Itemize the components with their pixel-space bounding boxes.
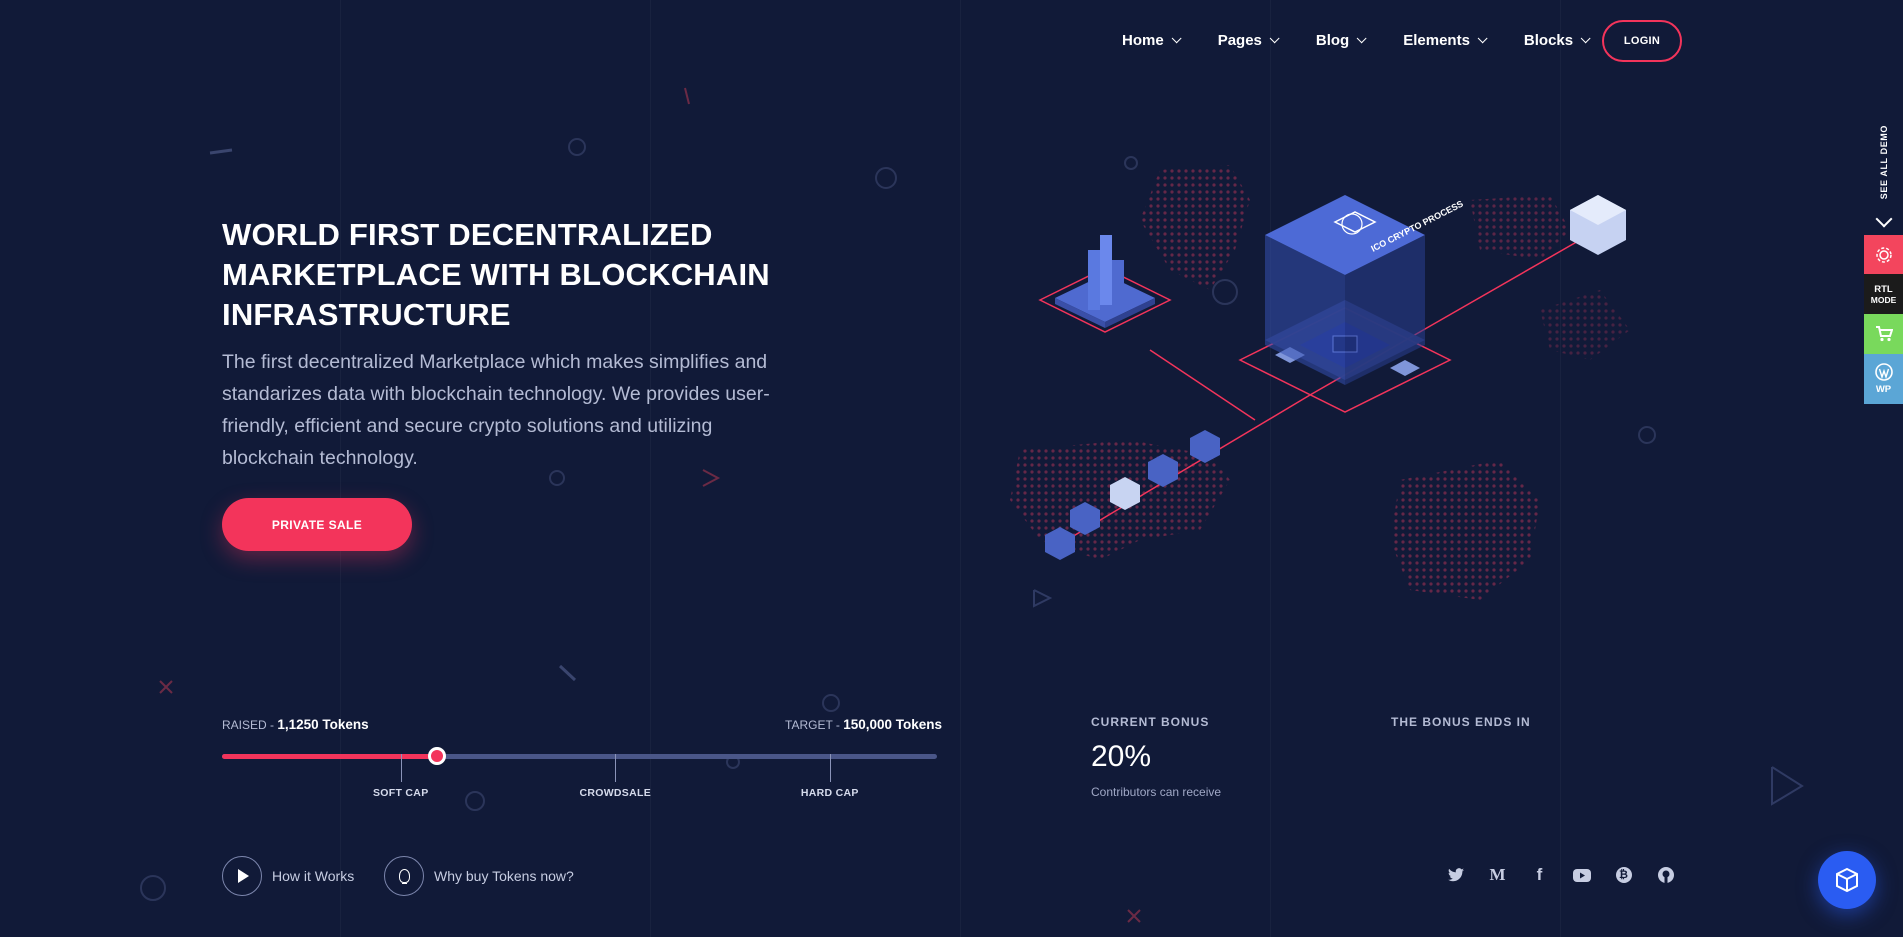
- progress-tick-label: CROWDSALE: [579, 787, 652, 799]
- map-region: [1140, 165, 1250, 290]
- blockchain-illustration: ICO CRYPTO PROCESS: [980, 140, 1650, 640]
- nav-item-label: Blocks: [1523, 31, 1574, 49]
- facebook-icon[interactable]: f: [1528, 865, 1551, 884]
- rtl-label: RTL: [1874, 283, 1893, 295]
- map-region: [1540, 290, 1630, 360]
- nav-item-label: Home: [1122, 31, 1164, 49]
- bitcoin-glyph: ₿: [1615, 867, 1632, 883]
- chevron-down-icon: [1875, 210, 1892, 228]
- nav-menu: Home Pages Blog Elements Blocks: [1122, 28, 1627, 52]
- private-sale-button[interactable]: PRIVATE SALE: [222, 498, 412, 551]
- current-bonus-subtext: Contributors can receive: [1091, 785, 1222, 799]
- map-region: [1470, 195, 1570, 260]
- wordpress-icon: [1874, 363, 1893, 381]
- medium-icon[interactable]: M: [1486, 865, 1509, 884]
- why-buy-link[interactable]: Why buy Tokens now?: [434, 868, 574, 884]
- nav-item-label: Blog: [1315, 31, 1350, 49]
- cube-icon[interactable]: [1818, 851, 1876, 909]
- nav-item-pages[interactable]: Pages: [1217, 28, 1280, 52]
- hero-title: WORLD FIRST DECENTRALIZED MARKETPLACE WI…: [222, 217, 770, 332]
- nav-item-elements[interactable]: Elements: [1403, 28, 1488, 52]
- top-nav: Home Pages Blog Elements Blocks LOGIN: [0, 0, 1903, 80]
- how-it-works-link[interactable]: How it Works: [272, 868, 354, 884]
- hero-description: The first decentralized Marketplace whic…: [222, 351, 770, 469]
- target-value: 150,000 Tokens: [843, 717, 943, 732]
- bonus-ends-label: THE BONUS ENDS IN: [1391, 715, 1531, 729]
- chevron-down-icon: [1269, 32, 1280, 43]
- map-region: [1390, 460, 1540, 600]
- nav-item-label: Pages: [1217, 31, 1262, 49]
- chevron-down-icon: [1171, 32, 1182, 43]
- rtl-mode-tab[interactable]: RTL MODE: [1864, 274, 1903, 314]
- progress-tick: [829, 754, 831, 782]
- nav-item-label: Elements: [1403, 31, 1470, 49]
- settings-tab[interactable]: [1864, 235, 1903, 274]
- login-button[interactable]: LOGIN: [1602, 20, 1682, 62]
- progress-tick-label: SOFT CAP: [373, 787, 429, 799]
- see-all-demo-label: SEE ALL DEMO: [1878, 125, 1889, 200]
- progress-tick-label: HARD CAP: [800, 787, 859, 799]
- progress-knob: [427, 747, 446, 765]
- github-icon[interactable]: [1654, 866, 1677, 884]
- gear-icon: [1875, 246, 1892, 263]
- bitcoin-icon[interactable]: ₿: [1612, 866, 1635, 884]
- progress-tick: [615, 754, 617, 782]
- play-icon[interactable]: [222, 856, 262, 896]
- youtube-icon[interactable]: [1570, 866, 1593, 884]
- nav-item-blocks[interactable]: Blocks: [1523, 28, 1591, 52]
- raised-value: 1,1250 Tokens: [277, 717, 369, 732]
- mode-label: MODE: [1870, 294, 1897, 305]
- social-links: M f ₿: [1444, 865, 1677, 884]
- raised-label: RAISED -: [222, 718, 278, 732]
- wordpress-tab[interactable]: WP: [1864, 354, 1903, 404]
- cart-tab[interactable]: [1864, 314, 1903, 354]
- chevron-down-icon: [1580, 32, 1591, 43]
- cart-icon: [1875, 326, 1893, 342]
- wp-label: WP: [1875, 384, 1892, 395]
- target-amount: TARGET - 150,000 Tokens: [785, 717, 942, 732]
- chevron-down-icon: [1356, 32, 1367, 43]
- lightbulb-button[interactable]: [384, 856, 424, 896]
- twitter-icon[interactable]: [1444, 866, 1467, 884]
- progress-fill: [222, 754, 437, 759]
- lightbulb-icon: [398, 869, 410, 884]
- current-bonus-label: CURRENT BONUS: [1091, 715, 1210, 729]
- current-bonus-value: 20%: [1091, 740, 1152, 773]
- raised-amount: RAISED - 1,1250 Tokens: [222, 717, 369, 732]
- see-all-demo-tab[interactable]: SEE ALL DEMO: [1864, 125, 1903, 235]
- chevron-down-icon: [1477, 32, 1488, 43]
- progress-tick: [400, 754, 402, 782]
- nav-item-blog[interactable]: Blog: [1315, 28, 1367, 52]
- target-label: TARGET -: [785, 718, 844, 732]
- nav-item-home[interactable]: Home: [1122, 28, 1182, 52]
